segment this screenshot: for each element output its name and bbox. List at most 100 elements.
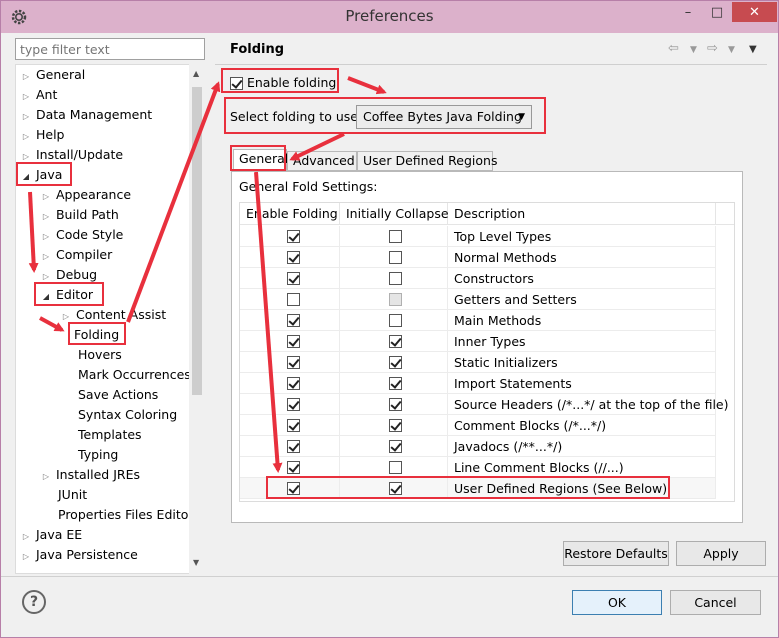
expand-arrow-icon[interactable]: ▷	[40, 207, 52, 227]
table-row[interactable]: Normal Methods	[240, 247, 716, 268]
apply-button[interactable]: Apply	[676, 541, 766, 566]
enable-folding-checkbox[interactable]	[287, 230, 300, 243]
table-row[interactable]: Main Methods	[240, 310, 716, 331]
tree-item-templates[interactable]: Templates	[78, 425, 142, 445]
tree-item-java-persistence[interactable]: ▷ Java Persistence	[20, 545, 138, 565]
tab-user-defined-regions[interactable]: User Defined Regions	[357, 151, 497, 171]
enable-folding-checkbox[interactable]	[287, 335, 300, 348]
expand-arrow-icon[interactable]: ▷	[20, 527, 32, 547]
description-cell: Inner Types	[448, 331, 716, 352]
minimize-button[interactable]: –	[673, 2, 703, 22]
tab-advanced[interactable]: Advanced	[287, 151, 357, 171]
forward-menu-icon[interactable]: ▼	[728, 45, 735, 55]
initially-collapse-checkbox[interactable]	[389, 461, 402, 474]
tree-item-ant[interactable]: ▷ Ant	[20, 85, 57, 105]
description-cell: Getters and Setters	[448, 289, 716, 310]
forward-arrow-icon[interactable]: ⇨	[707, 41, 718, 56]
table-row[interactable]: Source Headers (/*...*/ at the top of th…	[240, 394, 729, 415]
tree-item-typing[interactable]: Typing	[78, 445, 118, 465]
expand-arrow-icon[interactable]: ▷	[40, 247, 52, 267]
description-cell: Javadocs (/**...*/)	[448, 436, 716, 457]
tree-item-save-actions[interactable]: Save Actions	[78, 385, 158, 405]
initially-collapse-cell	[340, 352, 448, 373]
initially-collapse-checkbox[interactable]	[389, 398, 402, 411]
initially-collapse-checkbox[interactable]	[389, 272, 402, 285]
tree-item-help[interactable]: ▷ Help	[20, 125, 65, 147]
initially-collapse-checkbox[interactable]	[389, 251, 402, 264]
table-row[interactable]: Javadocs (/**...*/)	[240, 436, 716, 457]
initially-collapse-checkbox[interactable]	[389, 335, 402, 348]
enable-folding-checkbox[interactable]	[287, 440, 300, 453]
enable-folding-cell	[240, 247, 340, 268]
table-row[interactable]: Static Initializers	[240, 352, 716, 373]
back-arrow-icon[interactable]: ⇦	[668, 41, 679, 56]
initially-collapse-checkbox[interactable]	[389, 230, 402, 243]
scroll-up-arrow-icon[interactable]: ▲	[193, 69, 199, 78]
enable-folding-checkbox[interactable]	[287, 356, 300, 369]
window-title: Preferences	[345, 7, 434, 25]
tree-item-junit[interactable]: JUnit	[58, 485, 87, 505]
table-row[interactable]: Line Comment Blocks (//...)	[240, 457, 716, 478]
tree-item-syntax-coloring[interactable]: Syntax Coloring	[78, 405, 177, 425]
scroll-down-arrow-icon[interactable]: ▼	[193, 558, 199, 567]
tree-item-code-style[interactable]: ▷ Code Style	[40, 225, 123, 245]
table-row[interactable]: Top Level Types	[240, 226, 716, 247]
enable-folding-cell	[240, 394, 340, 415]
close-button[interactable]: ✕	[732, 2, 777, 22]
table-row[interactable]: Constructors	[240, 268, 716, 289]
column-header-enable-folding[interactable]: Enable Folding	[240, 203, 340, 225]
restore-defaults-button[interactable]: Restore Defaults	[563, 541, 669, 566]
expand-arrow-icon[interactable]: ▷	[20, 547, 32, 567]
tree-item-installed-jres[interactable]: ▷ Installed JREs	[40, 465, 140, 485]
tree-item-appearance[interactable]: ▷ Appearance	[40, 185, 131, 205]
tree-item-build-path[interactable]: ▷ Build Path	[40, 205, 119, 225]
tree-scrollbar-thumb[interactable]	[192, 87, 202, 395]
table-row[interactable]: Import Statements	[240, 373, 716, 394]
filter-input[interactable]	[15, 38, 205, 60]
expand-arrow-icon[interactable]: ▷	[40, 227, 52, 247]
tree-item-compiler[interactable]: ▷ Compiler	[40, 245, 112, 265]
initially-collapse-checkbox[interactable]	[389, 377, 402, 390]
tree-item-mark-occurrences[interactable]: Mark Occurrences	[78, 365, 191, 385]
expand-arrow-icon[interactable]: ▷	[20, 87, 32, 107]
maximize-button[interactable]: □	[703, 2, 731, 22]
table-row[interactable]: Inner Types	[240, 331, 716, 352]
initially-collapse-checkbox[interactable]	[389, 314, 402, 327]
enable-folding-checkbox[interactable]	[287, 419, 300, 432]
ok-button[interactable]: OK	[572, 590, 662, 615]
initially-collapse-cell	[340, 331, 448, 352]
initially-collapse-checkbox[interactable]	[389, 356, 402, 369]
expand-arrow-icon[interactable]: ▷	[20, 67, 32, 87]
expand-arrow-icon[interactable]: ▷	[40, 187, 52, 207]
view-menu-icon[interactable]: ▼	[749, 44, 757, 55]
description-cell: Static Initializers	[448, 352, 716, 373]
initially-collapse-cell	[340, 268, 448, 289]
table-row[interactable]: Comment Blocks (/*...*/)	[240, 415, 716, 436]
enable-folding-checkbox[interactable]	[287, 314, 300, 327]
cancel-button[interactable]: Cancel	[670, 590, 761, 615]
expand-arrow-icon[interactable]: ▷	[20, 107, 32, 127]
enable-folding-checkbox[interactable]	[287, 293, 300, 306]
expand-arrow-icon[interactable]: ▷	[20, 127, 32, 147]
tree-item-general[interactable]: ▷ General	[20, 65, 85, 85]
title-bar[interactable]: Preferences – □ ✕	[1, 1, 778, 33]
table-row[interactable]: Getters and Setters	[240, 289, 716, 310]
enable-folding-checkbox[interactable]	[287, 272, 300, 285]
enable-folding-cell	[240, 457, 340, 478]
back-menu-icon[interactable]: ▼	[690, 45, 697, 55]
enable-folding-checkbox[interactable]	[287, 398, 300, 411]
expand-arrow-icon[interactable]: ▷	[40, 467, 52, 487]
tree-item-hovers[interactable]: Hovers	[78, 345, 122, 365]
tree-item-data-management[interactable]: ▷ Data Management	[20, 105, 152, 125]
enable-folding-checkbox[interactable]	[287, 461, 300, 474]
initially-collapse-cell	[340, 373, 448, 394]
column-header-description[interactable]: Description	[448, 203, 716, 225]
initially-collapse-checkbox[interactable]	[389, 440, 402, 453]
tree-item-java-ee[interactable]: ▷ Java EE	[20, 525, 82, 545]
enable-folding-checkbox[interactable]	[287, 377, 300, 390]
initially-collapse-checkbox[interactable]	[389, 419, 402, 432]
enable-folding-checkbox[interactable]	[287, 251, 300, 264]
column-header-initially-collapse[interactable]: Initially Collapse	[340, 203, 449, 225]
tree-item-properties-files-editor[interactable]: Properties Files Editor	[58, 505, 194, 525]
help-icon[interactable]: ?	[22, 590, 46, 614]
